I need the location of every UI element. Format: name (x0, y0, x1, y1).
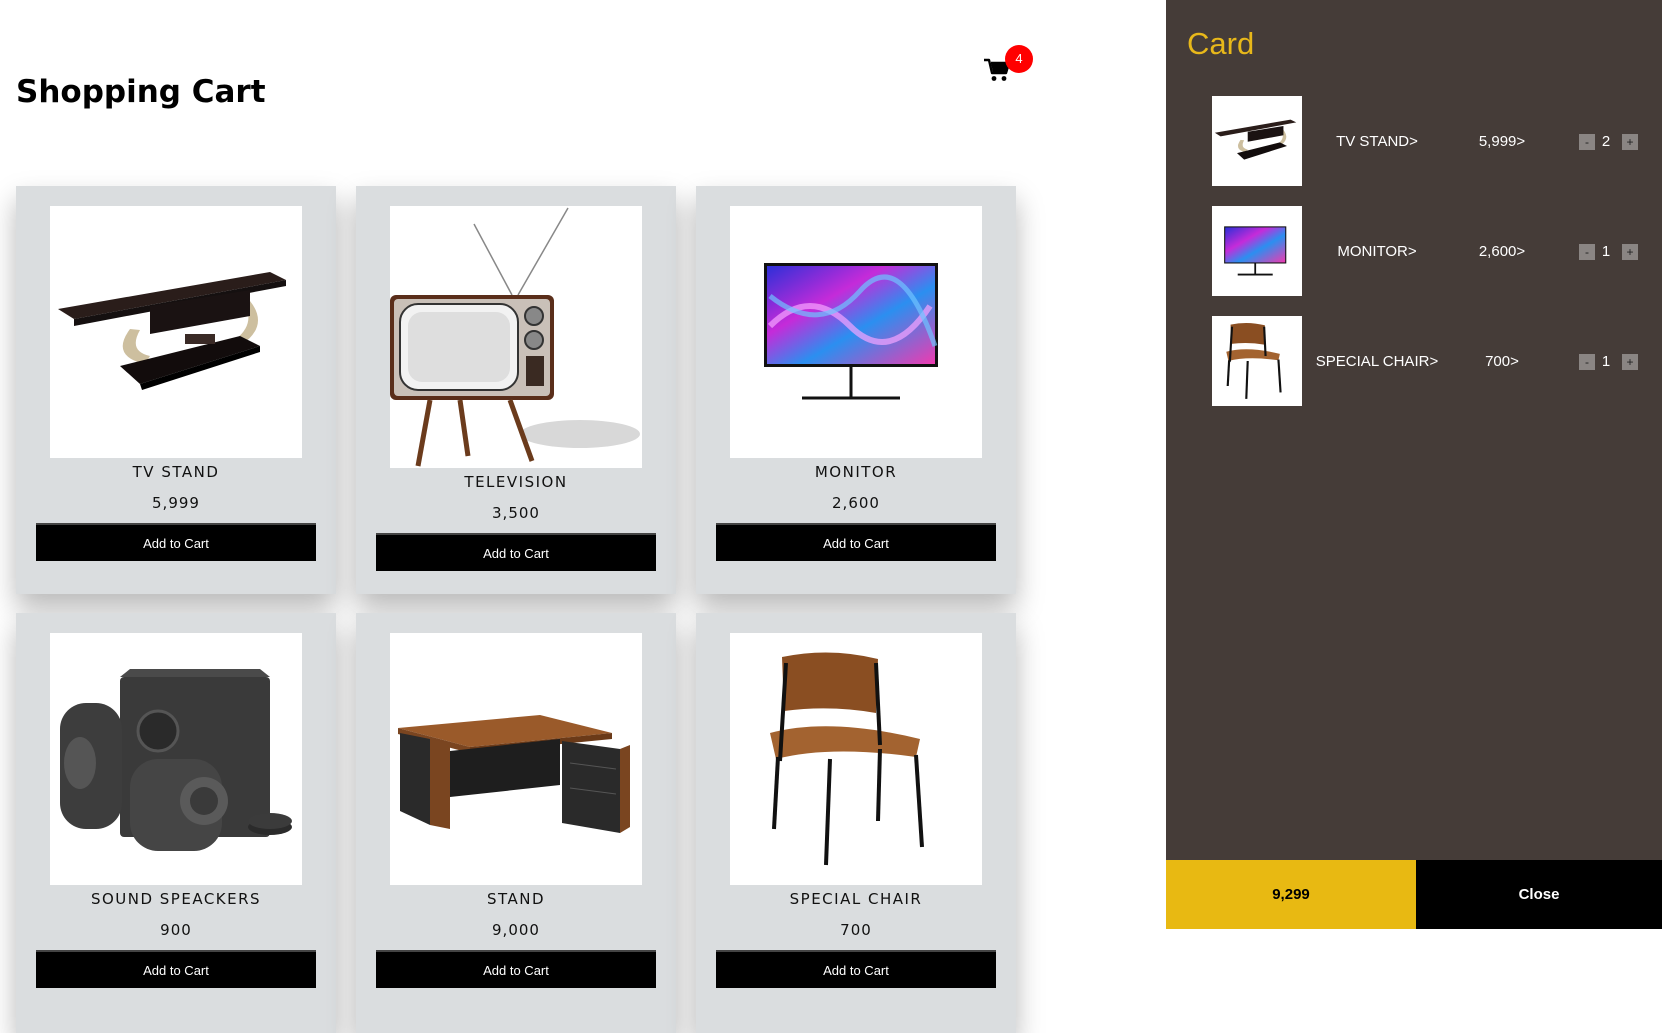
cart-item-price: 5,999> (1478, 133, 1526, 150)
quantity-value: 1 (1601, 243, 1611, 260)
monitor-thumbnail (1212, 206, 1302, 296)
cart-item: MONITOR> 2,600> - 1 + (1166, 206, 1662, 298)
product-card: TELEVISION 3,500 Add to Cart (356, 186, 676, 594)
monitor-image (730, 206, 982, 458)
cart-item-name: MONITOR> (1337, 243, 1417, 260)
product-price: 700 (840, 921, 872, 939)
product-price: 3,500 (492, 504, 540, 522)
product-price: 900 (160, 921, 192, 939)
add-to-cart-button[interactable]: Add to Cart (36, 523, 316, 561)
decrease-quantity-button[interactable]: - (1579, 244, 1595, 260)
product-card: SOUND SPEACKERS 900 Add to Cart (16, 613, 336, 1033)
product-name: SPECIAL CHAIR (789, 890, 923, 908)
product-name: TV STAND (132, 463, 220, 481)
product-price: 5,999 (152, 494, 200, 512)
cart-item-name: TV STAND> (1336, 133, 1418, 150)
cart-item-price: 700> (1485, 353, 1519, 370)
product-price: 9,000 (492, 921, 540, 939)
product-name: SOUND SPEACKERS (90, 890, 262, 908)
cart-total: 9,299 (1166, 860, 1416, 929)
add-to-cart-button[interactable]: Add to Cart (36, 950, 316, 988)
speakers-image (50, 633, 302, 885)
cart-item-price: 2,600> (1478, 243, 1526, 260)
add-to-cart-button[interactable]: Add to Cart (376, 950, 656, 988)
product-name: MONITOR (814, 463, 898, 481)
tv-stand-thumbnail (1212, 96, 1302, 186)
product-name: STAND (486, 890, 546, 908)
product-card: STAND 9,000 Add to Cart (356, 613, 676, 1033)
chair-image (730, 633, 982, 885)
product-card: TV STAND 5,999 Add to Cart (16, 186, 336, 594)
increase-quantity-button[interactable]: + (1622, 134, 1638, 150)
product-price: 2,600 (832, 494, 880, 512)
page-title: Shopping Cart (16, 74, 266, 110)
close-button[interactable]: Close (1416, 860, 1662, 929)
product-name: TELEVISION (464, 473, 568, 491)
cart-item: SPECIAL CHAIR> 700> - 1 + (1166, 316, 1662, 408)
add-to-cart-button[interactable]: Add to Cart (716, 950, 996, 988)
decrease-quantity-button[interactable]: - (1579, 354, 1595, 370)
add-to-cart-button[interactable]: Add to Cart (376, 533, 656, 571)
increase-quantity-button[interactable]: + (1622, 354, 1638, 370)
cart-item-name: SPECIAL CHAIR> (1315, 353, 1439, 370)
product-card: MONITOR 2,600 Add to Cart (696, 186, 1016, 594)
cart-side-panel: Card TV STAND> 5,999> - 2 + MONITOR> 2,6… (1166, 0, 1662, 929)
add-to-cart-button[interactable]: Add to Cart (716, 523, 996, 561)
cart-count-badge: 4 (1005, 45, 1033, 73)
chair-thumbnail (1212, 316, 1302, 406)
quantity-value: 2 (1601, 133, 1611, 150)
increase-quantity-button[interactable]: + (1622, 244, 1638, 260)
desk-image (390, 633, 642, 885)
tv-stand-image (50, 206, 302, 458)
product-card: SPECIAL CHAIR 700 Add to Cart (696, 613, 1016, 1033)
panel-title: Card (1187, 26, 1255, 61)
cart-item: TV STAND> 5,999> - 2 + (1166, 96, 1662, 188)
decrease-quantity-button[interactable]: - (1579, 134, 1595, 150)
television-image (390, 206, 642, 468)
quantity-value: 1 (1601, 353, 1611, 370)
